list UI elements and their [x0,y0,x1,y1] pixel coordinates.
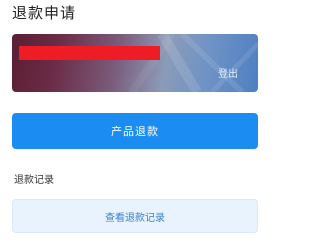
view-refund-records-button[interactable]: 查看退款记录 [12,199,258,233]
refund-records-label: 退款记录 [14,175,54,186]
refund-application-page: 退款申请 登出 产品退款 退款记录 查看退款记录 [0,0,270,251]
redacted-account-info [19,46,160,60]
account-card: 登出 [12,34,258,92]
card-background-pattern [128,34,258,92]
product-refund-button[interactable]: 产品退款 [12,113,258,149]
page-title: 退款申请 [12,4,77,22]
logout-link[interactable]: 登出 [218,68,238,82]
